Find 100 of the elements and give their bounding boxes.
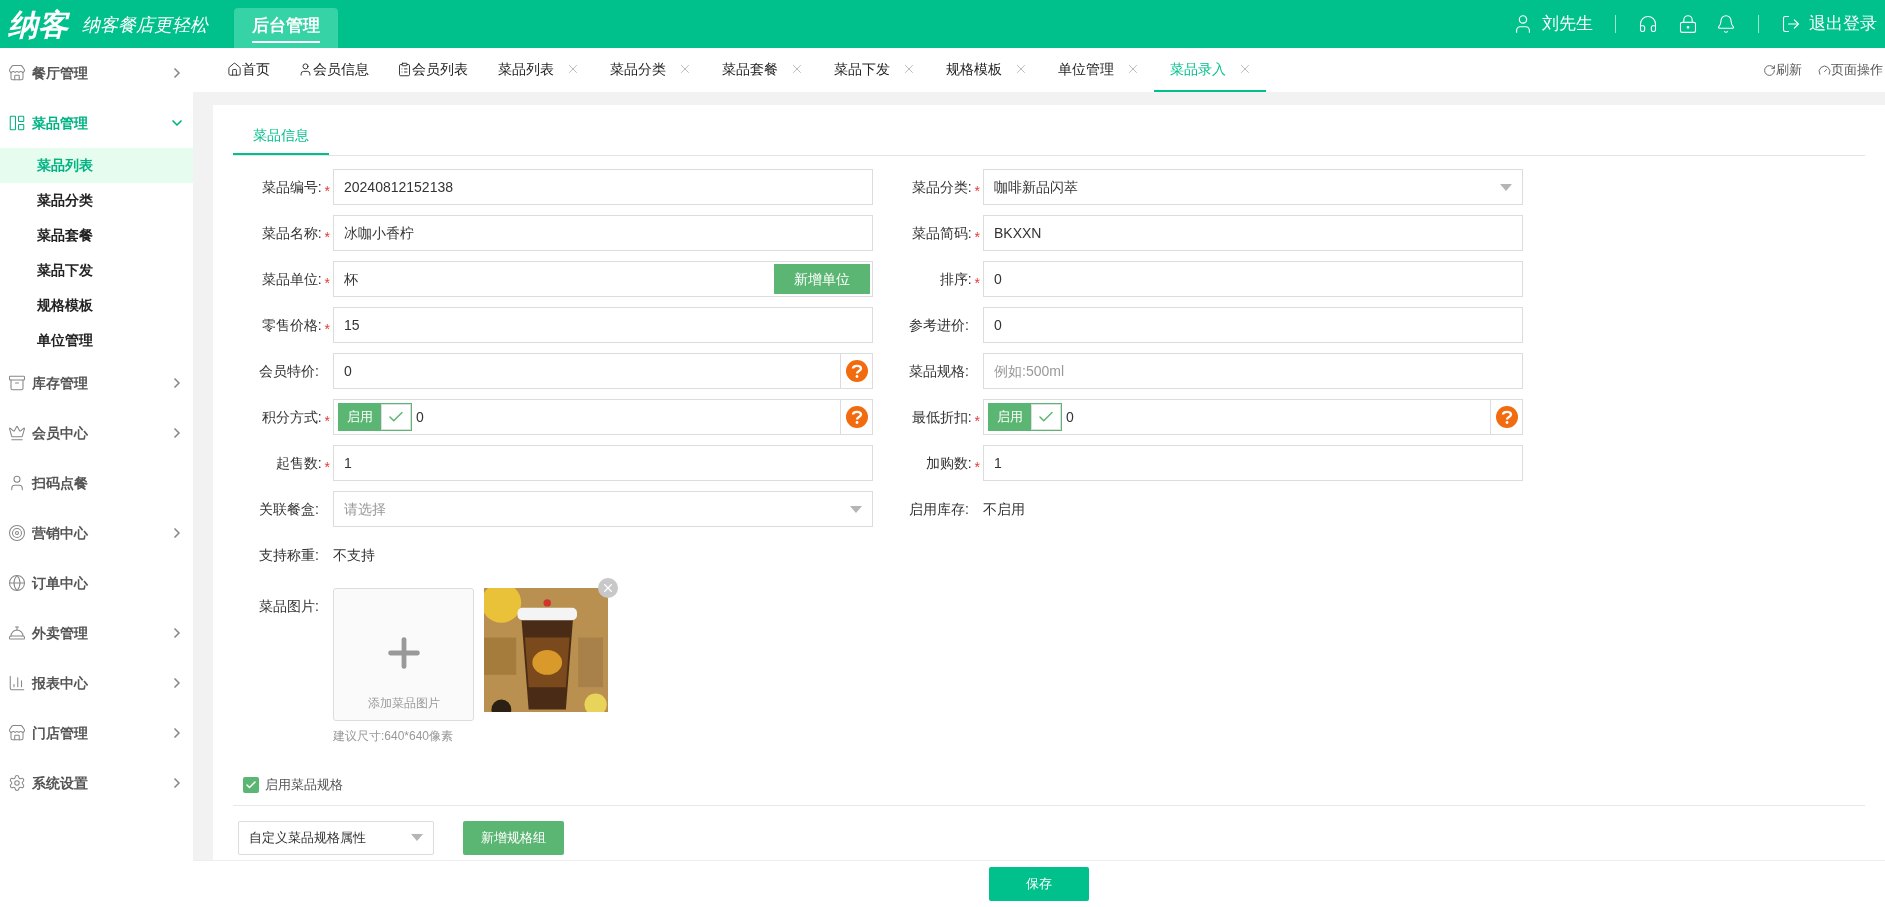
page-tab[interactable]: 首页 <box>213 48 284 92</box>
page-tab[interactable]: 规格模板 <box>930 48 1042 92</box>
toggle-label: 启用 <box>989 404 1031 430</box>
required-mark: * <box>324 228 330 247</box>
page-tab[interactable]: 菜品套餐 <box>706 48 818 92</box>
text-field[interactable]: 15 <box>333 307 873 343</box>
field-label: 菜品规格: <box>909 361 969 381</box>
bell-icon <box>8 624 26 642</box>
check-icon <box>245 778 257 791</box>
close-icon[interactable] <box>902 62 916 76</box>
text-field[interactable]: 1 <box>333 445 873 481</box>
image-size-hint: 建议尺寸:640*640像素 <box>333 728 455 745</box>
dropdown-field[interactable]: 咖啡新品闪萃 <box>983 169 1523 205</box>
field-label: 加购数: <box>925 453 972 473</box>
text-field[interactable]: 冰咖小香柠 <box>333 215 873 251</box>
page-tab[interactable]: 菜品列表 <box>482 48 594 92</box>
lock-icon[interactable] <box>1678 14 1698 34</box>
sidebar-subitem[interactable]: 菜品套餐 <box>0 218 193 253</box>
text-field[interactable]: 0 <box>983 261 1523 297</box>
field-label: 启用库存: <box>909 499 969 519</box>
required-mark: * <box>974 228 980 247</box>
caret-icon <box>1500 183 1512 191</box>
help-icon <box>845 360 868 382</box>
sidebar-item[interactable]: 外卖管理 <box>0 608 193 658</box>
required-mark: * <box>324 412 330 431</box>
sidebar-item[interactable]: 订单中心 <box>0 558 193 608</box>
sidebar-item[interactable]: 系统设置 <box>0 758 193 808</box>
field-label: 零售价格: <box>261 315 322 335</box>
text-field[interactable]: 1 <box>983 445 1523 481</box>
home-icon <box>227 61 242 77</box>
grid-icon <box>8 114 26 132</box>
page-tab[interactable]: 菜品下发 <box>818 48 930 92</box>
sidebar-subitem[interactable]: 规格模板 <box>0 288 193 323</box>
shop-icon <box>8 724 26 742</box>
required-mark: * <box>324 320 330 339</box>
close-icon[interactable] <box>566 62 580 76</box>
sidebar-subitem[interactable]: 菜品分类 <box>0 183 193 218</box>
required-mark: * <box>324 182 330 201</box>
sidebar-item[interactable]: 门店管理 <box>0 708 193 758</box>
text-field[interactable]: 启用 0 <box>983 399 1523 435</box>
field-label: 支持称重: <box>259 545 319 565</box>
settings-icon <box>8 774 26 792</box>
text-field[interactable]: 0 <box>333 353 873 389</box>
field-label: 起售数: <box>275 453 322 473</box>
field-label: 菜品编号: <box>261 177 322 197</box>
close-icon <box>601 581 615 595</box>
checkbox[interactable] <box>243 776 259 793</box>
text-field[interactable]: 20240812152138 <box>333 169 873 205</box>
headset-icon[interactable] <box>1638 14 1658 34</box>
caret-icon <box>411 834 423 841</box>
bell-icon[interactable] <box>1716 14 1736 34</box>
sidebar-item[interactable]: 营销中心 <box>0 508 193 558</box>
slogan: 纳客餐店更轻松 <box>82 12 208 37</box>
toolbar-action[interactable]: 页面操作 <box>1818 48 1883 92</box>
globe-icon <box>8 574 26 592</box>
target-icon <box>8 524 26 542</box>
required-mark: * <box>974 274 980 293</box>
close-icon[interactable] <box>1238 62 1252 76</box>
field-value: 不启用 <box>983 499 1025 519</box>
required-mark: * <box>974 412 980 431</box>
refresh-icon <box>1763 63 1776 77</box>
page-tab[interactable]: 菜品分类 <box>594 48 706 92</box>
sidebar-subitem[interactable]: 菜品下发 <box>0 253 193 288</box>
box-icon <box>8 374 26 392</box>
caret-icon <box>850 505 862 513</box>
required-mark: * <box>974 458 980 477</box>
close-icon[interactable] <box>1014 62 1028 76</box>
sidebar-item[interactable]: 会员中心 <box>0 408 193 458</box>
field-label: 最低折扣: <box>911 407 972 427</box>
text-field[interactable]: 启用 0 <box>333 399 873 435</box>
dropdown-field[interactable]: 自定义菜品规格属性 <box>238 820 434 855</box>
toggle-label: 启用 <box>339 404 381 430</box>
page-tab[interactable]: 会员信息 <box>284 48 383 92</box>
bar-chart-icon <box>8 674 26 692</box>
sidebar-item[interactable]: 报表中心 <box>0 658 193 708</box>
field-label: 菜品名称: <box>261 223 322 243</box>
required-mark: * <box>324 274 330 293</box>
page-tab[interactable]: 单位管理 <box>1042 48 1154 92</box>
sidebar-item[interactable]: 库存管理 <box>0 358 193 408</box>
sidebar-item[interactable]: 餐厅管理 <box>0 48 193 98</box>
text-field[interactable]: 0 <box>983 307 1523 343</box>
close-icon[interactable] <box>678 62 692 76</box>
required-mark: * <box>324 458 330 477</box>
text-field[interactable]: 杯 新增单位 <box>333 261 873 297</box>
remove-image-button[interactable] <box>598 578 618 598</box>
crown-icon <box>8 424 26 442</box>
field-label: 会员特价: <box>259 361 319 381</box>
sidebar-subitem[interactable]: 单位管理 <box>0 323 193 358</box>
clipboard-icon <box>397 61 412 77</box>
logout-icon[interactable] <box>1781 14 1801 34</box>
toolbar-action[interactable]: 刷新 <box>1763 48 1802 92</box>
checkbox-label: 启用菜品规格 <box>265 776 343 794</box>
close-icon[interactable] <box>790 62 804 76</box>
sidebar-item[interactable]: 扫码点餐 <box>0 458 193 508</box>
page-tab[interactable]: 会员列表 <box>383 48 482 92</box>
field-label: 菜品分类: <box>911 177 972 197</box>
field-label: 菜品单位: <box>261 269 322 289</box>
help-icon <box>1495 406 1518 428</box>
text-field[interactable]: BKXXN <box>983 215 1523 251</box>
close-icon[interactable] <box>1126 62 1140 76</box>
